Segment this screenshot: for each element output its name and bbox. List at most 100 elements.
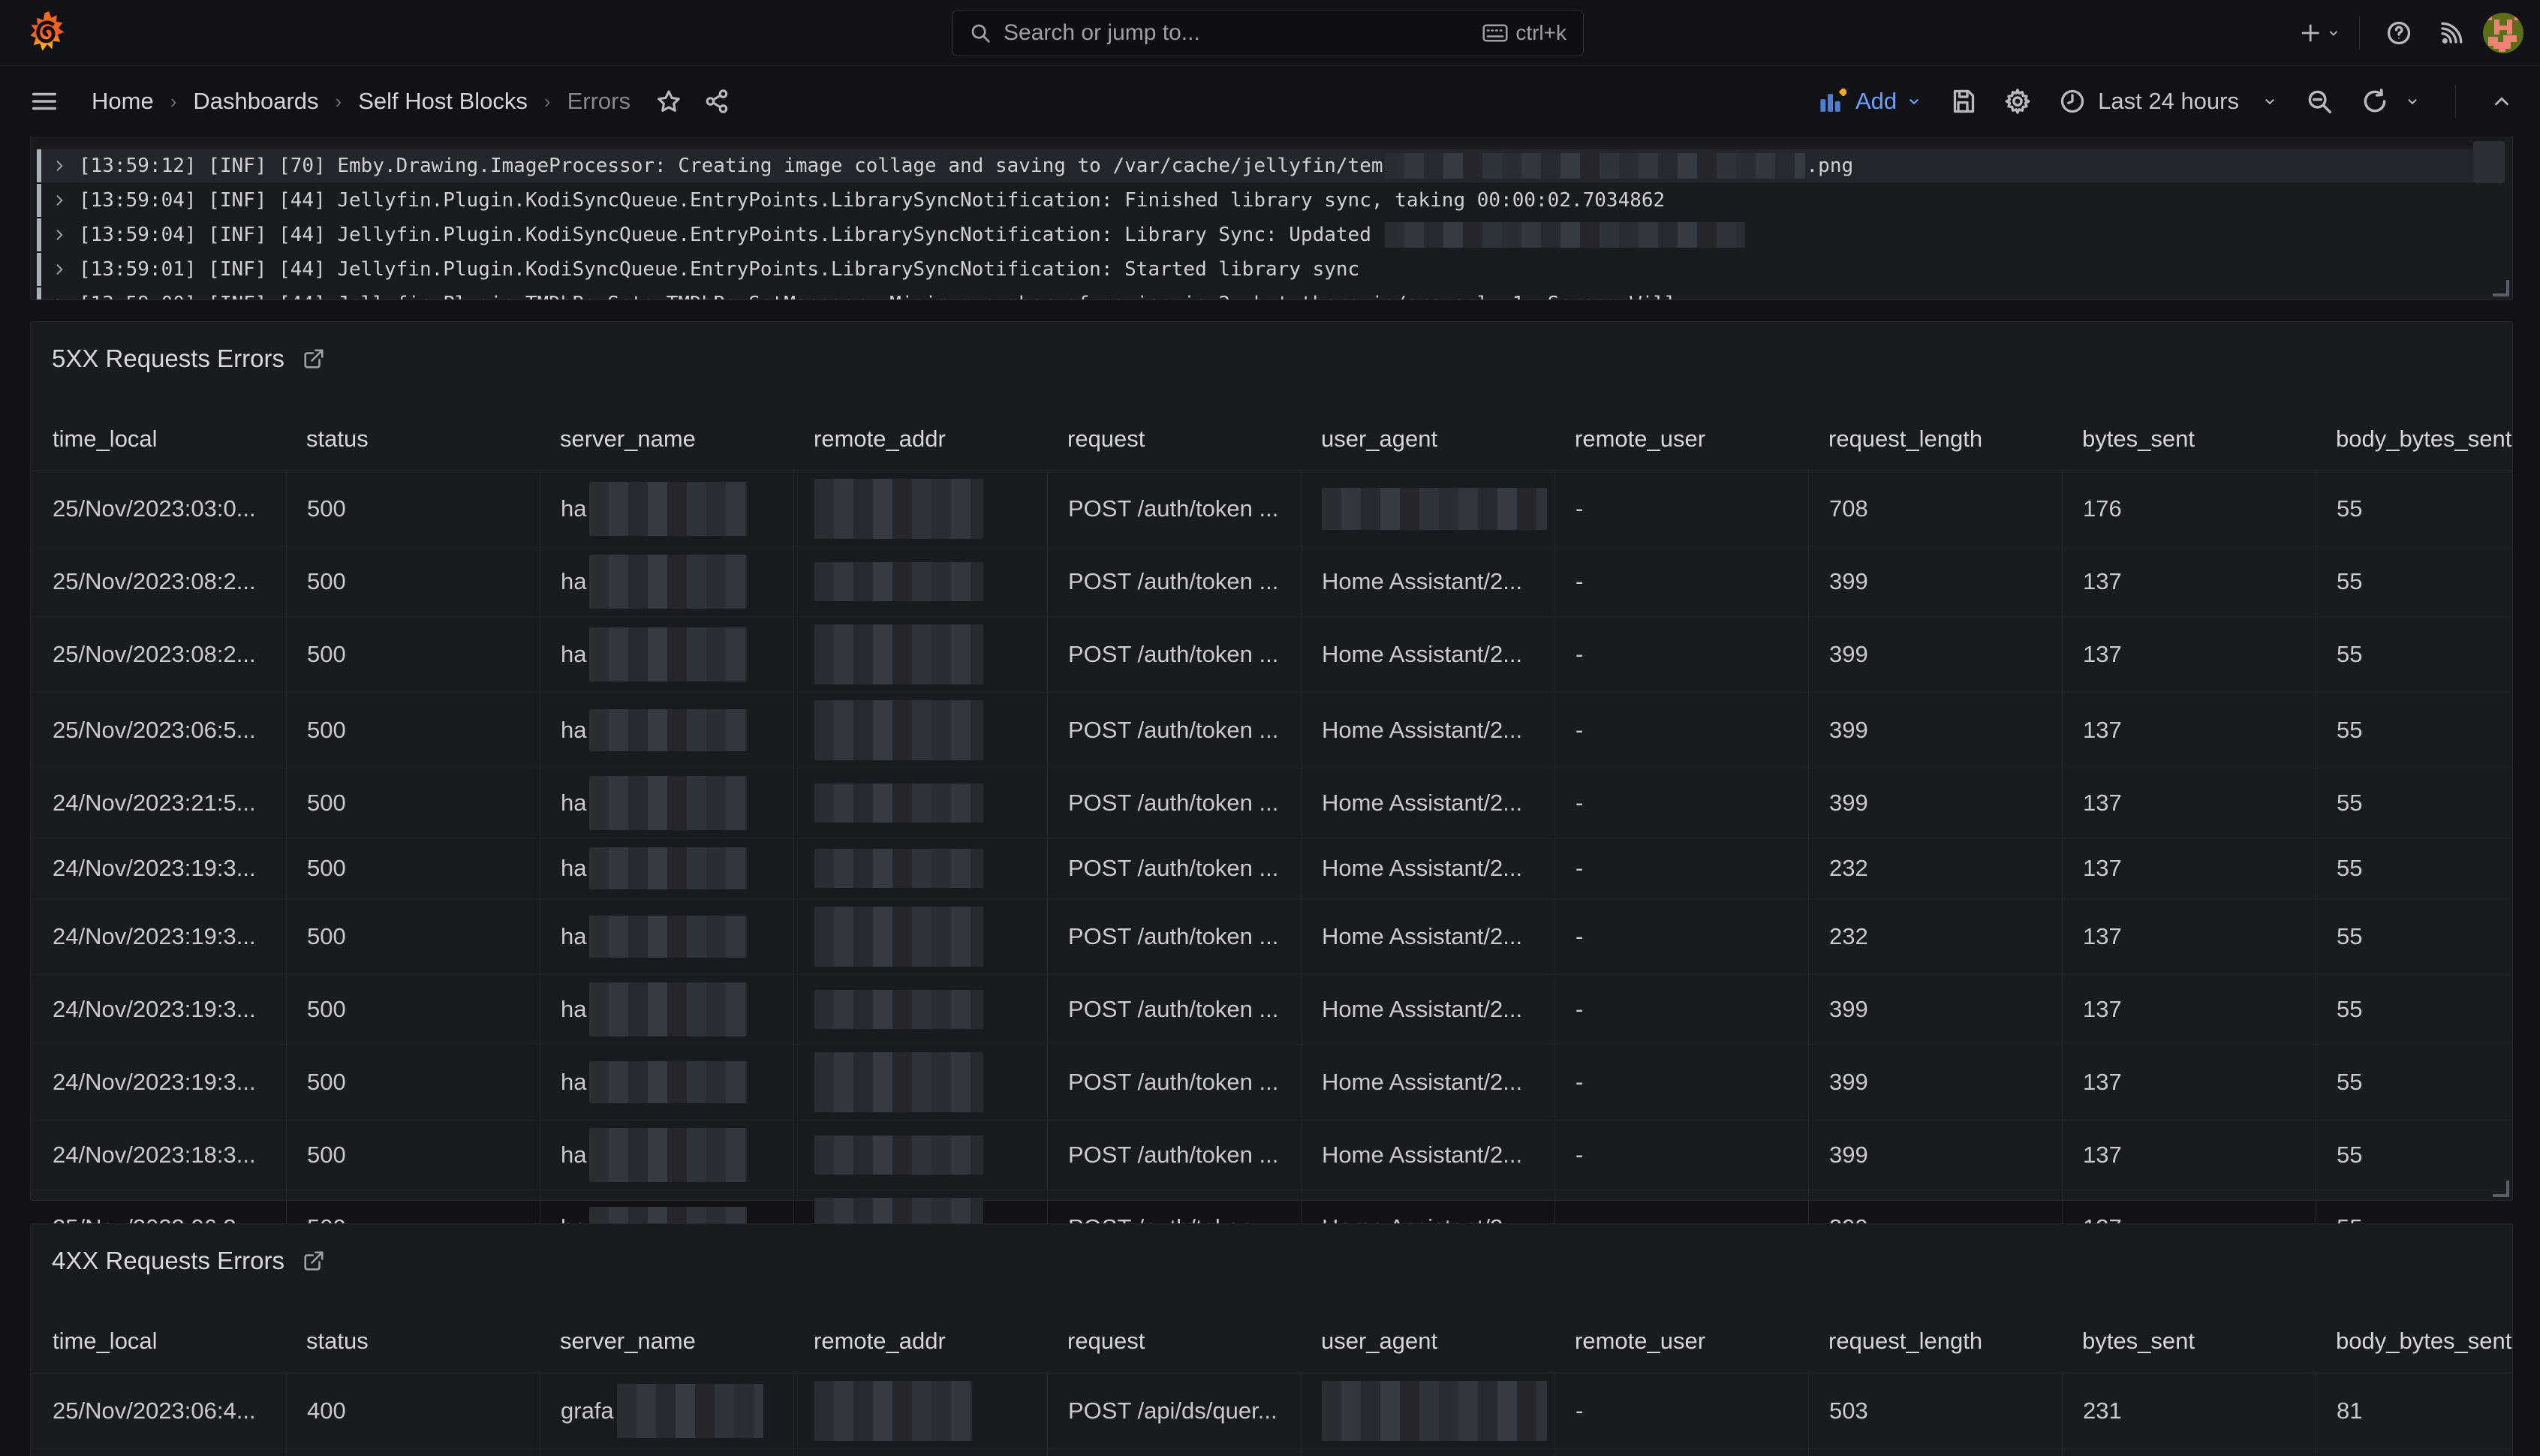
share-icon[interactable] bbox=[704, 89, 730, 114]
nav-divider bbox=[2359, 17, 2360, 50]
log-expand-chevron-icon[interactable] bbox=[52, 227, 67, 242]
toolbar-divider bbox=[2455, 85, 2456, 118]
column-header-remote_user[interactable]: remote_user bbox=[1554, 1308, 1808, 1373]
panel-resize-handle[interactable] bbox=[2493, 1181, 2509, 1197]
breadcrumb-item-home[interactable]: Home bbox=[92, 88, 154, 115]
table-row: 24/Nov/2023:19:3...500haPOST /auth/token… bbox=[32, 838, 2512, 899]
logs-panel: [13:59:12] [INF] [70] Emby.Drawing.Image… bbox=[30, 137, 2513, 300]
panel-resize-handle[interactable] bbox=[2493, 280, 2509, 296]
table-cell-body_bytes_sent: 81 bbox=[2316, 1373, 2512, 1448]
table-cell-server_name: ha bbox=[540, 617, 793, 692]
table-cell-status: 500 bbox=[286, 899, 540, 974]
table-cell-server_name: ha bbox=[540, 975, 793, 1044]
menu-toggle-icon[interactable] bbox=[30, 87, 59, 116]
log-expand-chevron-icon[interactable] bbox=[52, 158, 67, 173]
column-header-body_bytes_sent[interactable]: body_bytes_sent bbox=[2316, 406, 2512, 471]
table-cell-body_bytes_sent: 55 bbox=[2316, 617, 2512, 692]
column-header-status[interactable]: status bbox=[286, 406, 540, 471]
column-header-remote_addr[interactable]: remote_addr bbox=[793, 1308, 1047, 1373]
table-cell-server_name: ha bbox=[540, 769, 793, 838]
log-row[interactable]: [13:59:00] [INF] [44] Jellyfin.Plugin.TM… bbox=[37, 287, 2505, 300]
breadcrumb-item-self-host-blocks[interactable]: Self Host Blocks bbox=[358, 88, 528, 115]
time-range-picker[interactable]: Last 24 hours bbox=[2059, 88, 2278, 115]
table-cell-body_bytes_sent: 55 bbox=[2316, 1121, 2512, 1190]
column-header-request[interactable]: request bbox=[1047, 1308, 1301, 1373]
favorite-star-icon[interactable] bbox=[656, 89, 682, 114]
table-cell-request_length: 399 bbox=[1808, 1045, 2062, 1120]
panel-title[interactable]: 5XX Requests Errors bbox=[52, 344, 284, 373]
column-header-time_local[interactable]: time_local bbox=[32, 1308, 286, 1373]
table-cell-server_name: ha bbox=[540, 1121, 793, 1190]
table-cell-body_bytes_sent: 55 bbox=[2316, 899, 2512, 974]
table-cell-remote_user: - bbox=[1554, 693, 1808, 768]
column-header-user_agent[interactable]: user_agent bbox=[1301, 406, 1554, 471]
5xx-errors-panel: 5XX Requests Errors time_localstatusserve… bbox=[30, 321, 2513, 1201]
column-header-request_length[interactable]: request_length bbox=[1808, 406, 2062, 471]
column-header-server_name[interactable]: server_name bbox=[540, 406, 793, 471]
table-body: 25/Nov/2023:06:4...400grafaPOST /api/ds/… bbox=[32, 1373, 2512, 1456]
column-header-request_length[interactable]: request_length bbox=[1808, 1308, 2062, 1373]
help-button[interactable] bbox=[2378, 12, 2420, 54]
table-cell-request: POST /auth/token ... bbox=[1047, 471, 1301, 546]
errors-table: time_localstatusserver_nameremote_addrre… bbox=[32, 373, 2512, 1336]
new-button[interactable] bbox=[2299, 12, 2341, 54]
log-row[interactable]: [13:59:12] [INF] [70] Emby.Drawing.Image… bbox=[37, 149, 2505, 182]
collapse-toolbar-icon[interactable] bbox=[2490, 90, 2513, 113]
add-panel-button[interactable]: Add bbox=[1819, 88, 1922, 115]
table-cell-status: 500 bbox=[286, 975, 540, 1044]
news-button[interactable] bbox=[2430, 12, 2472, 54]
column-header-remote_addr[interactable]: remote_addr bbox=[793, 406, 1047, 471]
table-cell-remote_addr bbox=[793, 1121, 1047, 1190]
search-input[interactable]: Search or jump to... ctrl+k bbox=[952, 10, 1584, 56]
log-row[interactable]: [13:59:04] [INF] [44] Jellyfin.Plugin.Ko… bbox=[37, 184, 2505, 217]
column-header-status[interactable]: status bbox=[286, 1308, 540, 1373]
time-range-label: Last 24 hours bbox=[2098, 88, 2239, 115]
table-header-row: time_localstatusserver_nameremote_addrre… bbox=[32, 1308, 2512, 1373]
breadcrumb-separator: › bbox=[336, 90, 342, 113]
column-header-server_name[interactable]: server_name bbox=[540, 1308, 793, 1373]
table-header-row: time_localstatusserver_nameremote_addrre… bbox=[32, 406, 2512, 471]
log-row[interactable]: [13:59:04] [INF] [44] Jellyfin.Plugin.Ko… bbox=[37, 218, 2505, 251]
table-cell-request: POST /api/ds/quer... bbox=[1047, 1449, 1301, 1456]
panel-title[interactable]: 4XX Requests Errors bbox=[52, 1247, 284, 1275]
column-header-time_local[interactable]: time_local bbox=[32, 406, 286, 471]
log-expand-chevron-icon[interactable] bbox=[52, 296, 67, 300]
table-cell-remote_addr bbox=[793, 471, 1047, 546]
grafana-logo[interactable] bbox=[27, 11, 69, 56]
table-cell-time_local: 25/Nov/2023:06:4... bbox=[32, 1373, 286, 1448]
table-row: 25/Nov/2023:06:5...500haPOST /auth/token… bbox=[32, 693, 2512, 769]
redacted-blur bbox=[589, 847, 747, 889]
user-avatar[interactable] bbox=[2483, 13, 2523, 53]
refresh-icon[interactable] bbox=[2361, 87, 2389, 116]
table-cell-user_agent bbox=[1301, 471, 1554, 546]
external-link-icon[interactable] bbox=[302, 1250, 325, 1272]
zoom-out-time-icon[interactable] bbox=[2305, 87, 2334, 116]
column-header-user_agent[interactable]: user_agent bbox=[1301, 1308, 1554, 1373]
column-header-bytes_sent[interactable]: bytes_sent bbox=[2062, 406, 2316, 471]
external-link-icon[interactable] bbox=[302, 347, 325, 370]
table-cell-remote_addr bbox=[793, 617, 1047, 692]
log-expand-chevron-icon[interactable] bbox=[52, 193, 67, 208]
search-icon bbox=[969, 22, 992, 44]
log-expand-chevron-icon[interactable] bbox=[52, 262, 67, 277]
table-cell-remote_addr bbox=[793, 975, 1047, 1044]
redacted-blur bbox=[589, 916, 747, 958]
redacted-blur bbox=[814, 624, 983, 684]
logs-scrollbar-thumb[interactable] bbox=[2473, 141, 2505, 183]
column-header-bytes_sent[interactable]: bytes_sent bbox=[2062, 1308, 2316, 1373]
table-cell-time_local: 25/Nov/2023:08:2... bbox=[32, 547, 286, 616]
refresh-interval-chevron-icon[interactable] bbox=[2404, 93, 2421, 110]
column-header-request[interactable]: request bbox=[1047, 406, 1301, 471]
save-dashboard-icon[interactable] bbox=[1949, 88, 1976, 115]
add-panel-icon bbox=[1819, 89, 1846, 114]
log-level-bar bbox=[37, 287, 41, 300]
clock-icon bbox=[2059, 88, 2086, 115]
dashboard-settings-icon[interactable] bbox=[2003, 87, 2032, 116]
chevron-down-icon bbox=[2262, 93, 2278, 110]
table-cell-request_length: 503 bbox=[1808, 1373, 2062, 1448]
column-header-body_bytes_sent[interactable]: body_bytes_sent bbox=[2316, 1308, 2512, 1373]
log-row[interactable]: [13:59:01] [INF] [44] Jellyfin.Plugin.Ko… bbox=[37, 253, 2505, 286]
table-cell-bytes_sent: 137 bbox=[2062, 547, 2316, 616]
column-header-remote_user[interactable]: remote_user bbox=[1554, 406, 1808, 471]
breadcrumb-item-dashboards[interactable]: Dashboards bbox=[193, 88, 318, 115]
